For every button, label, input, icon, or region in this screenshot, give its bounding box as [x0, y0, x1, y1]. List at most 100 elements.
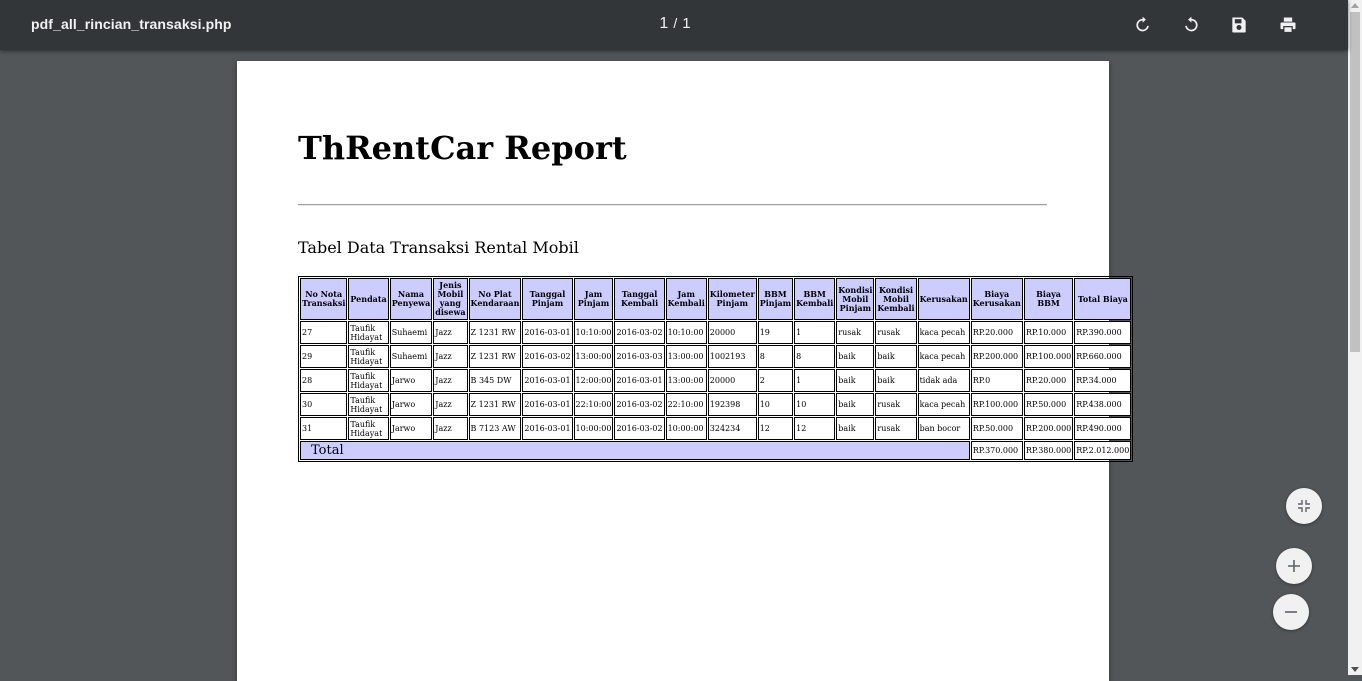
zoom-in-button[interactable] — [1276, 548, 1312, 584]
zoom-in-icon — [1288, 560, 1300, 572]
table-cell: RP.10.000 — [1023, 321, 1074, 344]
column-header: Pendata — [348, 278, 389, 320]
table-cell: rusak — [875, 417, 917, 440]
table-cell: 2016-03-01 — [522, 393, 573, 416]
page-current[interactable]: 1 — [659, 15, 668, 32]
table-cell: ban bocor — [917, 417, 970, 440]
column-header: Biaya BBM — [1023, 278, 1074, 320]
table-cell: RP.200.000 — [970, 345, 1023, 368]
column-header: Jenis Mobil yang disewa — [433, 278, 468, 320]
table-cell: 2016-03-03 — [614, 345, 665, 368]
rotate-counterclockwise-button[interactable] — [1176, 10, 1206, 40]
table-cell: rusak — [875, 321, 917, 344]
print-button[interactable] — [1273, 10, 1303, 40]
table-cell: 10:10:00 — [665, 321, 707, 344]
column-header: BBM Pinjam — [757, 278, 794, 320]
report-title: ThRentCar Report — [298, 129, 627, 167]
column-header: Kondisi Mobil Kembali — [875, 278, 917, 320]
table-cell: RP.660.000 — [1074, 345, 1132, 368]
column-header: Kondisi Mobil Pinjam — [836, 278, 875, 320]
table-cell: 22:10:00 — [573, 393, 614, 416]
table-cell: 31 — [300, 417, 348, 440]
table-cell: 192398 — [707, 393, 757, 416]
table-cell: Taufik Hidayat — [348, 393, 389, 416]
table-cell: 10:10:00 — [573, 321, 614, 344]
table-cell: Taufik Hidayat — [348, 321, 389, 344]
scroll-thumb[interactable] — [1350, 12, 1360, 352]
table-cell: 2016-03-01 — [522, 321, 573, 344]
table-cell: 1 — [794, 321, 836, 344]
table-row: 29 Taufik Hidayat Suhaemi Jazz Z 1231 RW 2016… — [300, 345, 1132, 368]
table-cell: kaca pecah — [917, 345, 970, 368]
table-cell: RP.50.000 — [1023, 393, 1074, 416]
table-cell: RP.20.000 — [1023, 369, 1074, 392]
table-header-row: No Nota Transaksi Pendata Nama Penyewa J… — [300, 278, 1132, 320]
print-icon — [1280, 17, 1296, 34]
scroll-down-arrow-icon[interactable] — [1351, 667, 1359, 672]
column-header: Jam Pinjam — [573, 278, 614, 320]
table-cell: kaca pecah — [917, 321, 970, 344]
fit-to-page-button[interactable] — [1286, 488, 1322, 524]
table-cell: 10:00:00 — [573, 417, 614, 440]
table-cell: Jarwo — [389, 417, 433, 440]
table-cell: kaca pecah — [917, 393, 970, 416]
table-cell: Jazz — [433, 321, 468, 344]
table-cell: 12 — [794, 417, 836, 440]
table-cell: baik — [836, 393, 875, 416]
table-cell: 2 — [757, 369, 794, 392]
table-cell: 8 — [794, 345, 836, 368]
table-cell: 29 — [300, 345, 348, 368]
table-cell: Z 1231 RW — [468, 321, 522, 344]
table-cell: baik — [836, 417, 875, 440]
column-header: No Nota Transaksi — [300, 278, 348, 320]
table-row: 27 Taufik Hidayat Suhaemi Jazz Z 1231 RW 2016… — [300, 321, 1132, 344]
table-cell: 12:00:00 — [573, 369, 614, 392]
rotate-counterclockwise-icon — [1185, 16, 1198, 32]
table-row: 31 Taufik Hidayat Jarwo Jazz B 7123 AW 2016-0… — [300, 417, 1132, 440]
table-cell: Z 1231 RW — [468, 345, 522, 368]
column-header: Tanggal Kembali — [614, 278, 665, 320]
table-cell: baik — [836, 369, 875, 392]
table-cell: RP.100.000 — [1023, 345, 1074, 368]
table-cell: 12 — [757, 417, 794, 440]
table-cell: 27 — [300, 321, 348, 344]
zoom-out-button[interactable] — [1273, 594, 1309, 630]
table-cell: 8 — [757, 345, 794, 368]
table-cell: Z 1231 RW — [468, 393, 522, 416]
table-cell: 20000 — [707, 369, 757, 392]
rotate-clockwise-button[interactable] — [1128, 10, 1158, 40]
column-header: Tanggal Pinjam — [522, 278, 573, 320]
total-biaya: RP.2.012.000 — [1074, 441, 1132, 460]
table-cell: Taufik Hidayat — [348, 417, 389, 440]
horizontal-rule — [298, 204, 1047, 206]
column-header: Jam Kembali — [665, 278, 707, 320]
table-row: 30 Taufik Hidayat Jarwo Jazz Z 1231 RW 2016-0… — [300, 393, 1132, 416]
table-cell: 13:00:00 — [665, 369, 707, 392]
column-header: Kilometer Pinjam — [707, 278, 757, 320]
total-biaya-bbm: RP.380.000 — [1023, 441, 1074, 460]
page-total: 1 — [682, 15, 691, 32]
table-cell: RP.34.000 — [1074, 369, 1132, 392]
page-separator: / — [673, 15, 678, 31]
table-cell: 1002193 — [707, 345, 757, 368]
table-cell: 2016-03-02 — [614, 417, 665, 440]
table-cell: baik — [875, 369, 917, 392]
vertical-scrollbar[interactable] — [1348, 0, 1362, 675]
scroll-up-arrow-icon[interactable] — [1351, 3, 1359, 8]
table-cell: RP.490.000 — [1074, 417, 1132, 440]
download-button[interactable] — [1224, 10, 1254, 40]
table-cell: 30 — [300, 393, 348, 416]
table-cell: Taufik Hidayat — [348, 369, 389, 392]
table-cell: Jarwo — [389, 393, 433, 416]
table-cell: RP.200.000 — [1023, 417, 1074, 440]
report-subtitle: Tabel Data Transaksi Rental Mobil — [298, 238, 579, 257]
column-header: No Plat Kendaraan — [468, 278, 522, 320]
total-biaya-kerusakan: RP.370.000 — [970, 441, 1023, 460]
table-cell: RP.390.000 — [1074, 321, 1132, 344]
table-cell: 324234 — [707, 417, 757, 440]
column-header: Biaya Kerusakan — [970, 278, 1023, 320]
fit-to-page-icon — [1298, 500, 1310, 512]
table-row: 28 Taufik Hidayat Jarwo Jazz B 345 DW 2016-03… — [300, 369, 1132, 392]
table-cell: Jazz — [433, 345, 468, 368]
total-row: Total RP.370.000 RP.380.000 RP.2.012.000 — [300, 441, 1132, 460]
